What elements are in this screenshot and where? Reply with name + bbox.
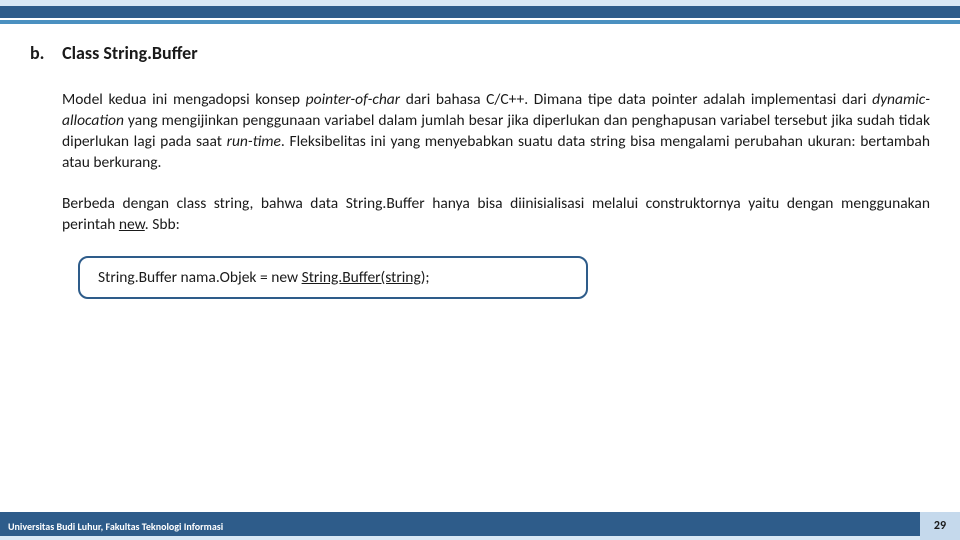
code-underline1: String.Buffer(string (302, 268, 421, 287)
heading-number: b. (30, 42, 58, 64)
p2-underline1: new (119, 215, 145, 234)
p1-italic1: pointer-of-char (306, 90, 400, 109)
header-bar (0, 0, 960, 18)
p1-text2: dari bahasa C/C++. Dimana tipe data poin… (400, 90, 872, 109)
code-box: String.Buffer nama.Objek = new String.Bu… (78, 256, 588, 299)
footer-bar: Universitas Budi Luhur, Fakultas Teknolo… (0, 512, 960, 540)
p1-text1: Model kedua ini mengadopsi konsep (62, 90, 306, 109)
slide-content: b. Class String.Buffer Model kedua ini m… (0, 24, 960, 299)
header-accent (0, 0, 960, 6)
paragraph-2: Berbeda dengan class string, bahwa data … (62, 194, 930, 236)
code-text2: ); (421, 268, 430, 287)
paragraph-1: Model kedua ini mengadopsi konsep pointe… (62, 90, 930, 174)
footer-accent (0, 536, 960, 540)
footer-org: Universitas Budi Luhur, Fakultas Teknolo… (8, 520, 223, 533)
p2-text2: . Sbb: (145, 215, 180, 234)
section-heading: b. Class String.Buffer (30, 42, 930, 64)
page-number-text: 29 (934, 519, 946, 533)
p1-italic3: run-time (227, 132, 281, 151)
p2-text1: Berbeda dengan class string, bahwa data … (62, 194, 930, 234)
page-number: 29 (920, 512, 960, 540)
heading-title: Class String.Buffer (62, 42, 198, 64)
code-text1: String.Buffer nama.Objek = new (98, 268, 302, 287)
